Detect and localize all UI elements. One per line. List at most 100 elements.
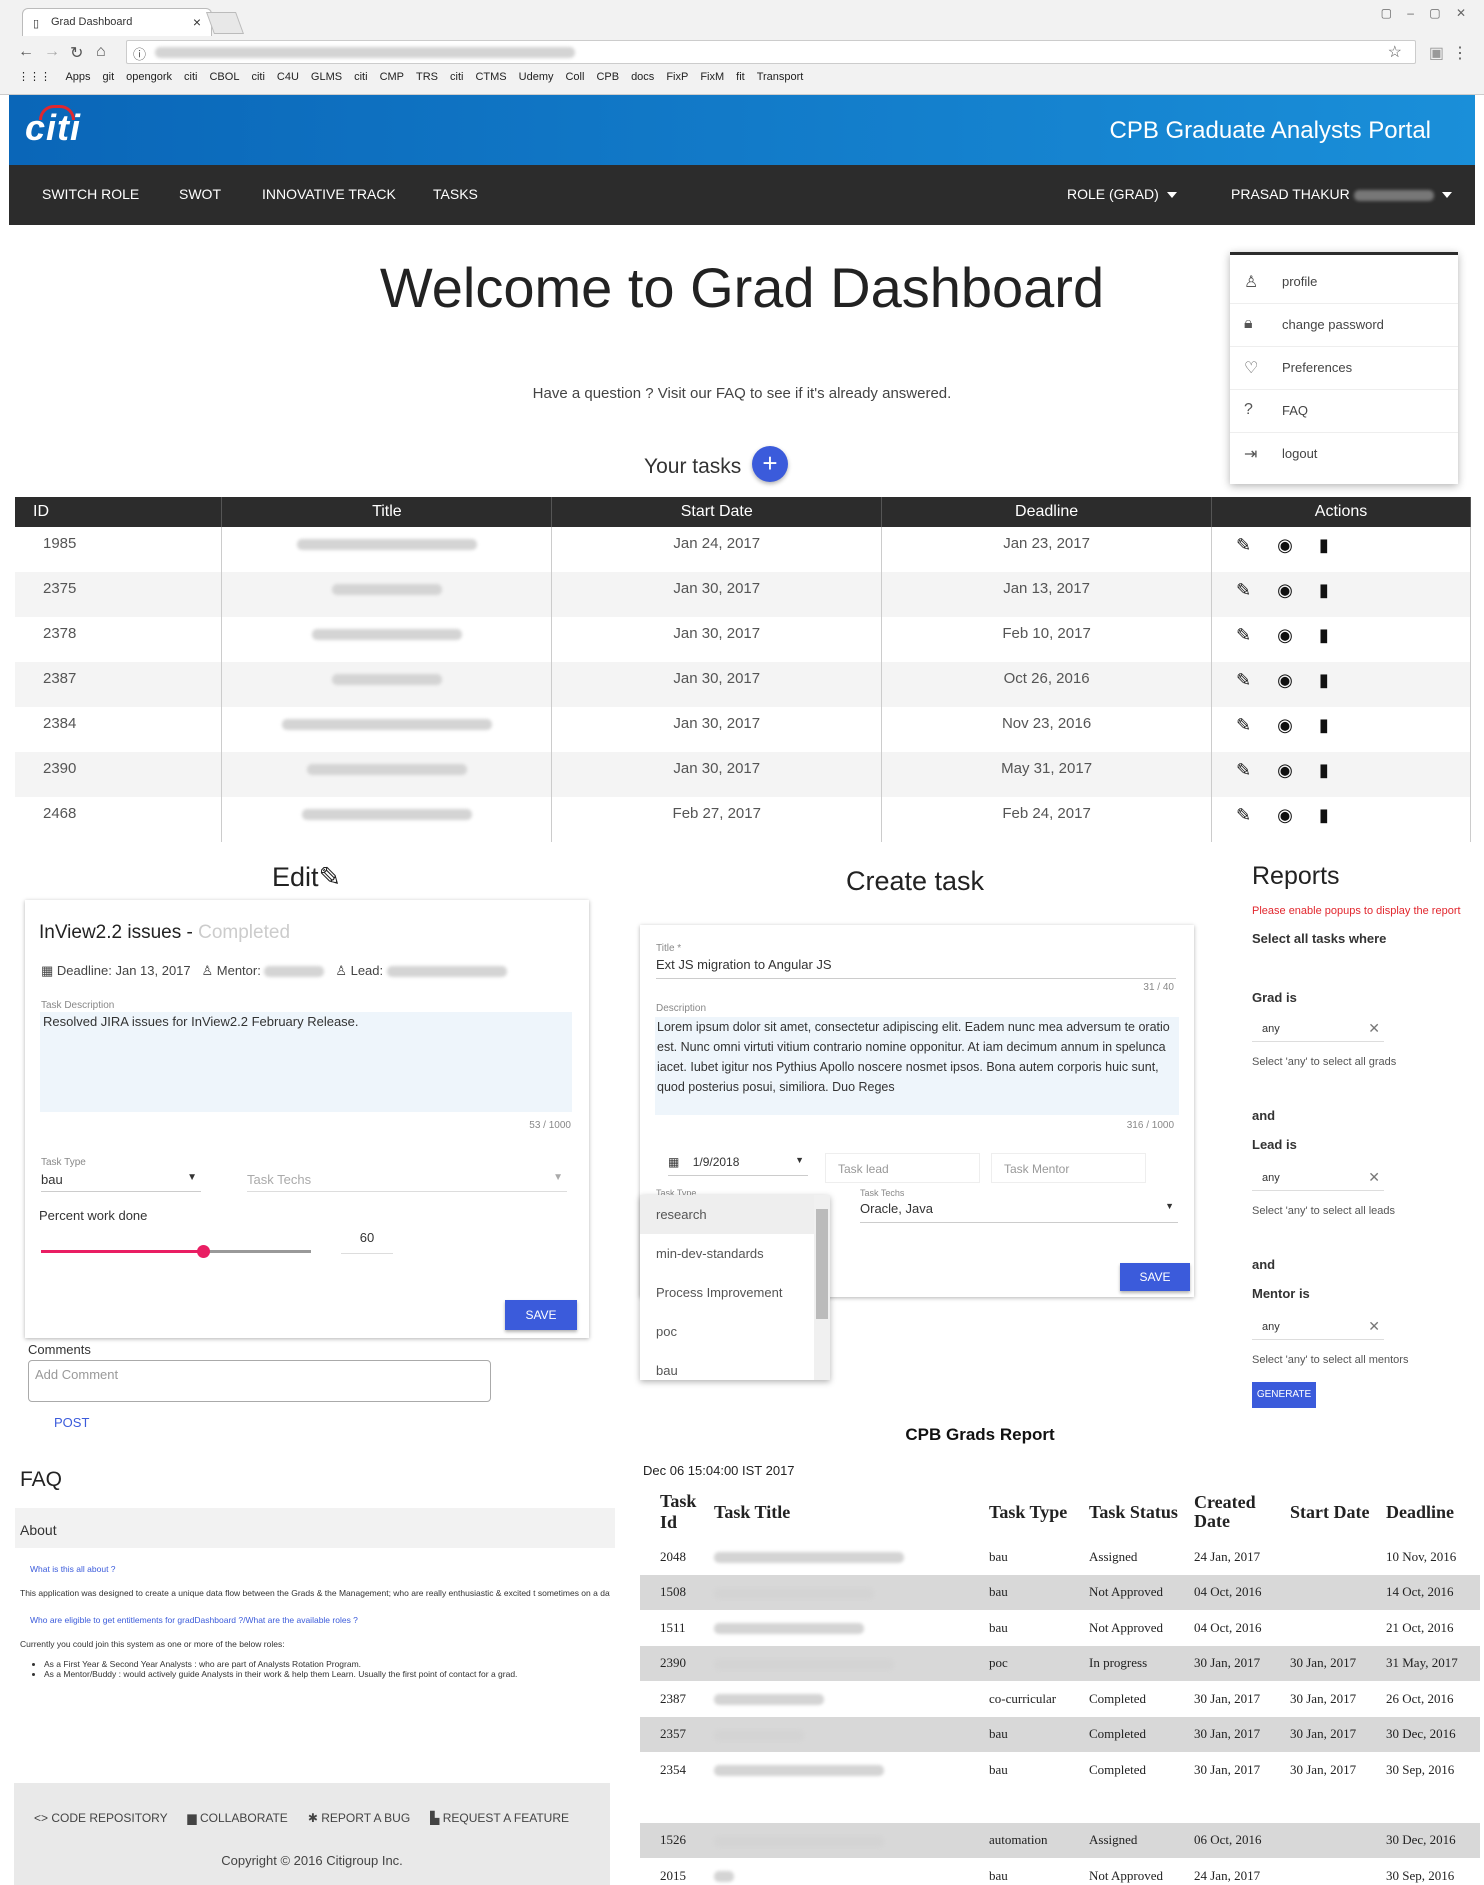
apps-icon[interactable]: ⋮⋮⋮ [18,71,51,83]
bookmark-item[interactable]: opengork [126,71,172,83]
view-icon[interactable]: ◉ [1277,670,1319,690]
menu-item-change-password[interactable]: 🔒︎ change password [1230,304,1458,347]
menu-dots-icon[interactable]: ⋮ [1452,43,1468,63]
bookmark-item[interactable]: Coll [565,71,584,83]
footer-link-code-repository[interactable]: CODE REPOSITORY [51,1811,167,1825]
bookmark-item[interactable]: C4U [277,71,299,83]
option-min-dev-standards[interactable]: min-dev-standards [640,1234,830,1273]
home-icon[interactable]: ⌂ [96,43,106,61]
grad-input[interactable]: any ✕ [1252,1020,1384,1042]
menu-item-profile[interactable]: ♙ profile [1230,261,1458,304]
description-textarea[interactable]: Lorem ipsum dolor sit amet, consectetur … [655,1017,1179,1115]
bookmark-item[interactable]: FixP [666,71,688,83]
bookmark-item[interactable]: citi [354,71,367,83]
bookmark-item[interactable]: docs [631,71,654,83]
faq-question[interactable]: What is this all about ? [20,1564,610,1574]
delete-icon[interactable]: ▮ [1319,535,1355,555]
task-mentor-input[interactable]: Task Mentor [991,1153,1146,1183]
bookmark-item[interactable]: Apps [65,71,90,83]
date-picker[interactable]: ▦ 1/9/2018 ▼ [668,1155,808,1176]
role-dropdown[interactable]: ROLE (GRAD) [1067,186,1177,202]
bookmark-item[interactable]: citi [251,71,264,83]
delete-icon[interactable]: ▮ [1319,670,1355,690]
generate-button[interactable]: GENERATE [1252,1382,1316,1408]
save-button[interactable]: SAVE [505,1300,577,1330]
nav-swot[interactable]: SWOT [179,186,221,202]
delete-icon[interactable]: ▮ [1319,715,1355,735]
reload-icon[interactable]: ↻ [70,43,83,63]
bookmark-item[interactable]: citi [184,71,197,83]
bookmark-item[interactable]: git [103,71,115,83]
delete-icon[interactable]: ▮ [1319,580,1355,600]
info-icon[interactable]: ⓘ [133,44,146,63]
percent-slider-thumb[interactable] [197,1245,210,1258]
bookmark-item[interactable]: Udemy [519,71,554,83]
delete-icon[interactable]: ▮ [1319,760,1355,780]
bookmark-star-icon[interactable]: ☆ [1388,42,1402,62]
table-row[interactable]: 2387 Jan 30, 2017 Oct 26, 2016 ✎◉▮ [15,662,1471,707]
option-poc[interactable]: poc [640,1312,830,1351]
menu-item-logout[interactable]: ⇥ logout [1230,433,1458,476]
view-icon[interactable]: ◉ [1277,625,1319,645]
edit-icon[interactable]: ✎ [1236,535,1277,555]
option-process-improvement[interactable]: Process Improvement [640,1273,830,1312]
task-techs-select[interactable]: Task Techs ▼ [247,1172,567,1192]
window-controls[interactable]: ▢ – ▢ ✕ [1381,6,1472,20]
clear-icon[interactable]: ✕ [1368,1318,1380,1335]
menu-item-preferences[interactable]: ♡ Preferences [1230,347,1458,390]
clear-icon[interactable]: ✕ [1368,1020,1380,1037]
table-row[interactable]: 2375 Jan 30, 2017 Jan 13, 2017 ✎◉▮ [15,572,1471,617]
edit-icon[interactable]: ✎ [1236,580,1277,600]
lead-input[interactable]: any ✕ [1252,1169,1384,1191]
view-icon[interactable]: ◉ [1277,580,1319,600]
footer-link-request-feature[interactable]: REQUEST A FEATURE [443,1811,569,1825]
table-row[interactable]: 2468 Feb 27, 2017 Feb 24, 2017 ✎◉▮ [15,797,1471,842]
description-textarea[interactable]: Resolved JIRA issues for InView2.2 Febru… [40,1012,572,1112]
close-tab-icon[interactable]: × [193,14,201,30]
faq-question[interactable]: Who are eligible to get entitlements for… [20,1615,610,1625]
nav-switch-role[interactable]: SWITCH ROLE [42,186,139,202]
edit-icon[interactable]: ✎ [1236,625,1277,645]
url-input[interactable]: ⓘ [126,40,1416,64]
faq-section-about[interactable]: About [15,1508,615,1548]
mentor-input[interactable]: any ✕ [1252,1318,1384,1340]
clear-icon[interactable]: ✕ [1368,1169,1380,1186]
dropdown-scrollbar[interactable] [814,1195,830,1380]
percent-input[interactable]: 60 [341,1230,393,1254]
create-save-button[interactable]: SAVE [1120,1263,1190,1291]
bookmark-item[interactable]: Transport [757,71,804,83]
bookmark-item[interactable]: CPB [596,71,619,83]
bookmark-item[interactable]: GLMS [311,71,342,83]
bookmark-item[interactable]: CMP [380,71,404,83]
add-task-button[interactable]: + [752,446,788,482]
nav-innovative-track[interactable]: INNOVATIVE TRACK [262,186,396,202]
option-bau[interactable]: bau [640,1351,830,1390]
table-row[interactable]: 1985 Jan 24, 2017 Jan 23, 2017 ✎◉▮ [15,527,1471,572]
scrollbar-thumb[interactable] [816,1209,828,1319]
view-icon[interactable]: ◉ [1277,535,1319,555]
view-icon[interactable]: ◉ [1277,805,1319,825]
user-dropdown[interactable]: PRASAD THAKUR [1231,186,1452,202]
bookmark-item[interactable]: TRS [416,71,438,83]
option-research[interactable]: research [640,1195,830,1234]
back-icon[interactable]: ← [18,43,34,61]
bookmark-item[interactable]: FixM [700,71,724,83]
bookmark-item[interactable]: CBOL [209,71,239,83]
delete-icon[interactable]: ▮ [1319,625,1355,645]
table-row[interactable]: 2378 Jan 30, 2017 Feb 10, 2017 ✎◉▮ [15,617,1471,662]
browser-tab[interactable]: ▯ Grad Dashboard × [22,8,212,36]
footer-link-collaborate[interactable]: COLLABORATE [200,1811,288,1825]
title-input[interactable]: Ext JS migration to Angular JS [656,957,1176,979]
view-icon[interactable]: ◉ [1277,715,1319,735]
edit-icon[interactable]: ✎ [1236,760,1277,780]
bookmark-item[interactable]: fit [736,71,745,83]
nav-tasks[interactable]: TASKS [433,186,478,202]
edit-icon[interactable]: ✎ [1236,805,1277,825]
forward-icon[interactable]: → [44,43,60,61]
table-row[interactable]: 2390 Jan 30, 2017 May 31, 2017 ✎◉▮ [15,752,1471,797]
task-techs-select[interactable]: Oracle, Java ▼ [860,1201,1178,1223]
view-icon[interactable]: ◉ [1277,760,1319,780]
task-lead-input[interactable]: Task lead [825,1153,980,1183]
footer-link-report-bug[interactable]: REPORT A BUG [321,1811,410,1825]
delete-icon[interactable]: ▮ [1319,805,1355,825]
